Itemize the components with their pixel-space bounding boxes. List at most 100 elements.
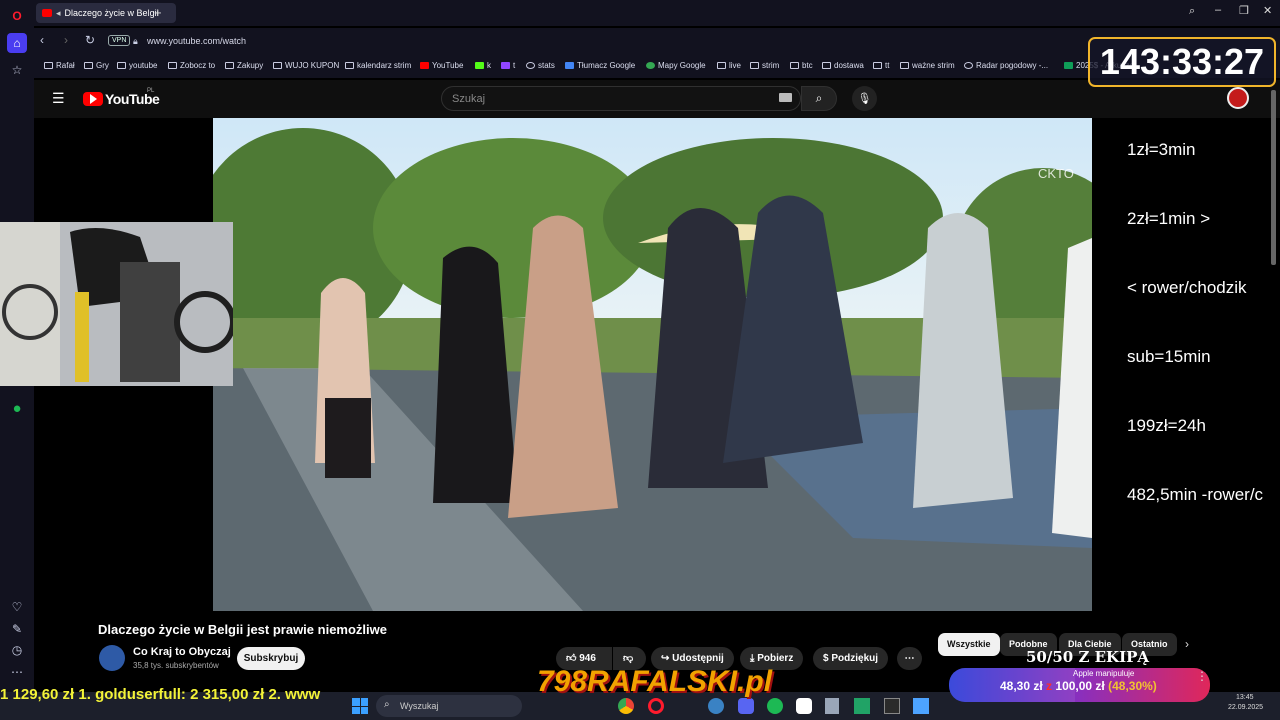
bookmark-item[interactable]: t <box>501 61 515 70</box>
price-line: 482,5min -rower/c <box>1127 485 1264 504</box>
goal-of: z <box>1046 679 1053 693</box>
region-code: PL <box>147 88 155 94</box>
thanks-button[interactable]: $ Podziękuj <box>813 647 889 670</box>
back-icon[interactable]: ‹ <box>40 33 44 47</box>
bookmark-item[interactable]: kalendarz strim <box>345 61 411 70</box>
calculator-icon[interactable] <box>825 698 839 714</box>
video-frame: CKTO <box>213 118 1092 611</box>
clock-date[interactable]: 22.09.2025 <box>1228 704 1263 711</box>
goal-target: 100,00 zł <box>1055 679 1105 693</box>
history-icon[interactable]: ◷ <box>7 640 27 660</box>
bookmark-item[interactable]: YouTube <box>420 61 463 70</box>
chevron-right-icon[interactable]: › <box>1185 637 1189 651</box>
goal-title: 50/50 Z EKIPĄ <box>1026 648 1150 666</box>
opera-logo-icon[interactable]: O <box>7 6 27 26</box>
webcam-frame <box>0 222 233 386</box>
bookmark-item[interactable]: dostawa <box>822 61 864 70</box>
price-line: 1zł=3min <box>1127 140 1196 159</box>
price-line: < rower/chodzik <box>1127 278 1247 297</box>
bookmark-item[interactable]: btc <box>790 61 813 70</box>
bookmark-item[interactable]: WUJO KUPON <box>273 61 339 70</box>
price-list: 1zł=3min 2zł=1min > < rower/chodzik sub=… <box>1127 92 1263 529</box>
bookmark-item[interactable]: Zobocz to <box>168 61 215 70</box>
subscriber-count: 35,8 tys. subskrybentów <box>133 661 219 670</box>
price-line: 2zł=1min > <box>1127 209 1211 228</box>
bookmark-item[interactable]: live <box>717 61 741 70</box>
reload-icon[interactable]: ↻ <box>85 33 95 47</box>
bookmark-item[interactable]: Rafał <box>44 61 75 70</box>
goal-label: Apple manipuluje <box>1073 669 1135 678</box>
share-icon: ↪ <box>661 653 670 664</box>
edit-icon[interactable]: ✎ <box>7 619 27 639</box>
clock-time[interactable]: 13:45 <box>1236 694 1254 701</box>
bookmark-item[interactable]: tt <box>873 61 889 70</box>
channel-avatar[interactable] <box>99 645 125 671</box>
mic-button[interactable]: 🎙︎ <box>852 86 877 111</box>
vpn-badge[interactable]: VPN <box>108 35 131 46</box>
url-field[interactable]: www.youtube.com/watch <box>147 36 246 46</box>
video-title: Dlaczego życie w Belgii jest prawie niem… <box>98 622 387 637</box>
search-tabs-icon[interactable]: ⌕ <box>1189 5 1195 18</box>
bookmark-item[interactable]: youtube <box>117 61 157 70</box>
bookmark-item[interactable]: stats <box>526 61 555 70</box>
scrollbar[interactable] <box>1271 90 1276 265</box>
speaker-icon: ◂ <box>56 7 61 18</box>
maximize-button[interactable]: ❐ <box>1239 4 1249 17</box>
app-icon[interactable] <box>708 698 724 714</box>
donation-ticker: 1 129,60 zł 1. golduserfull: 2 315,00 zł… <box>0 686 321 703</box>
heart-icon[interactable]: ♡ <box>7 597 27 617</box>
youtube-favicon-icon <box>42 9 52 17</box>
goal-percent: (48,30%) <box>1108 679 1157 693</box>
webcam-overlay <box>0 222 233 386</box>
minimize-button[interactable]: – <box>1215 4 1221 16</box>
price-line: sub=15min <box>1127 347 1211 366</box>
close-window-button[interactable]: ✕ <box>1263 4 1272 17</box>
play-glyph-icon <box>90 94 97 104</box>
more-options-icon[interactable]: ⋮ <box>1196 669 1208 683</box>
thumb-up-icon: 👍︎ <box>566 653 577 664</box>
bookmark-item[interactable]: Zakupy <box>225 61 263 70</box>
app-icon[interactable] <box>913 698 929 714</box>
download-label: Pobierz <box>757 653 794 664</box>
timer-display: 143:33:27 <box>1088 37 1276 87</box>
menu-icon[interactable]: ☰ <box>52 90 65 107</box>
spotify-icon[interactable]: ● <box>7 398 27 418</box>
home-icon[interactable]: ⌂ <box>7 33 27 53</box>
more-icon[interactable]: ⋯ <box>7 662 27 682</box>
channel-logo-text: 798RAFALSKI.pl <box>537 665 773 698</box>
mic-icon: 🎙︎ <box>857 93 872 105</box>
chrome-icon[interactable] <box>618 698 634 714</box>
chip-all[interactable]: Wszystkie <box>938 633 1000 656</box>
bookmark-item[interactable]: Radar pogodowy -... <box>964 61 1048 70</box>
excel-icon[interactable] <box>854 698 870 714</box>
new-tab-button[interactable]: + <box>154 5 162 20</box>
subscribe-button[interactable]: Subskrybuj <box>237 647 305 670</box>
thanks-label: Podziękuj <box>831 653 879 664</box>
speed-dial-icon[interactable]: ☆ <box>7 60 27 80</box>
search-button[interactable]: ⌕ <box>801 86 837 111</box>
bookmark-item[interactable]: ważne strim <box>900 61 955 70</box>
forward-icon[interactable]: › <box>64 33 68 47</box>
discord-icon[interactable] <box>738 698 754 714</box>
keyboard-icon[interactable] <box>779 93 792 102</box>
bookmark-item[interactable]: strim <box>750 61 779 70</box>
goal-progress: 48,30 zł z 100,00 zł (48,30%) <box>1000 679 1157 693</box>
more-actions-button[interactable]: ⋯ <box>897 647 922 670</box>
video-player[interactable]: CKTO <box>213 118 1092 611</box>
thanks-icon: $ <box>823 653 829 664</box>
bookmark-item[interactable]: Gry <box>84 61 109 70</box>
bookmark-item[interactable]: Tłumacz Google <box>565 61 635 70</box>
thumb-down-icon: 👎︎ <box>623 653 634 664</box>
tab-title: Dlaczego życie w Belgii <box>64 8 159 18</box>
lock-icon[interactable]: 🔒︎ <box>133 36 138 47</box>
search-icon: ⌕ <box>815 91 823 105</box>
tab-bar: ◂ Dlaczego życie w Belgii + ⌕ – ❐ ✕ <box>34 0 1280 26</box>
opera-taskbar-icon[interactable] <box>648 698 664 714</box>
obs-icon[interactable] <box>796 698 812 714</box>
app-icon[interactable] <box>884 698 900 714</box>
search-input[interactable]: Szukaj <box>441 86 801 111</box>
bookmark-item[interactable]: k <box>475 61 491 70</box>
spotify-taskbar-icon[interactable] <box>767 698 783 714</box>
channel-name[interactable]: Co Kraj to Obyczaj <box>133 646 231 658</box>
bookmark-item[interactable]: Mapy Google <box>646 61 706 70</box>
